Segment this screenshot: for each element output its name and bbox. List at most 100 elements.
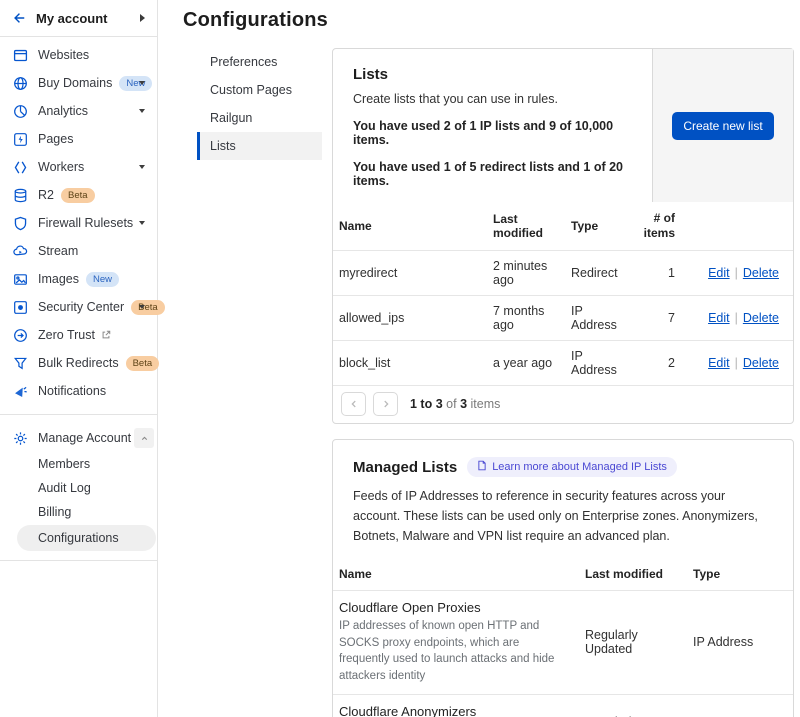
chevron-down-icon[interactable]: [139, 109, 145, 113]
list-name: myredirect: [333, 251, 487, 296]
database-icon: [12, 187, 28, 203]
lists-card: Lists Create lists that you can use in r…: [332, 48, 794, 424]
sidebar-item-label: Billing: [38, 505, 71, 519]
page-title: Configurations: [183, 9, 794, 32]
collapse-section-button[interactable]: [134, 428, 154, 448]
managed-list-description: IP addresses of known open HTTP and SOCK…: [339, 618, 571, 685]
sidebar-item-label: R2: [38, 188, 54, 202]
tab-preferences[interactable]: Preferences: [197, 48, 322, 76]
megaphone-icon: [12, 383, 28, 399]
list-last-modified: a year ago: [487, 341, 565, 386]
managed-lists-description: Feeds of IP Addresses to reference in se…: [353, 486, 773, 546]
configurations-subnav: Preferences Custom Pages Railgun Lists: [197, 48, 322, 717]
col-header-items: # of items: [637, 202, 689, 251]
sidebar-item-stream[interactable]: Stream: [0, 237, 157, 265]
delete-link[interactable]: Delete: [743, 311, 779, 325]
create-list-panel: Create new list: [652, 49, 793, 202]
managed-list-type: IP Address: [687, 694, 793, 717]
pagination-info: 1 to 3 of 3 items: [410, 397, 500, 411]
managed-list-last-modified: Regularly Updated: [579, 694, 687, 717]
managed-lists-title: Managed Lists: [353, 459, 457, 476]
sidebar-item-label: Images: [38, 272, 79, 286]
chevron-down-icon[interactable]: [139, 81, 145, 85]
sidebar-item-workers[interactable]: Workers: [0, 153, 157, 181]
main-content: Configurations Preferences Custom Pages …: [159, 0, 800, 717]
ip-lists-usage: You have used 2 of 1 IP lists and 9 of 1…: [353, 119, 636, 147]
delete-link[interactable]: Delete: [743, 266, 779, 280]
edit-link[interactable]: Edit: [708, 266, 730, 280]
sidebar-item-pages[interactable]: Pages: [0, 125, 157, 153]
shield-icon: [12, 215, 28, 231]
table-row: Cloudflare Open ProxiesIP addresses of k…: [333, 591, 793, 695]
gear-icon: [12, 430, 28, 446]
list-type: IP Address: [565, 296, 637, 341]
back-arrow-icon[interactable]: [12, 11, 26, 25]
delete-link[interactable]: Delete: [743, 356, 779, 370]
sidebar-item-billing[interactable]: Billing: [0, 500, 157, 524]
table-row: block_list a year ago IP Address 2 Edit|…: [333, 341, 793, 386]
stream-cloud-icon: [12, 243, 28, 259]
tab-railgun[interactable]: Railgun: [197, 104, 322, 132]
list-item-count: 2: [637, 341, 689, 386]
sidebar-item-zero-trust[interactable]: Zero Trust: [0, 321, 157, 349]
lists-card-title: Lists: [353, 66, 636, 83]
table-row: Cloudflare AnonymizersIP addresses of kn…: [333, 694, 793, 717]
chevron-up-icon: [140, 431, 149, 446]
col-header-type: Type: [565, 202, 637, 251]
chevron-down-icon[interactable]: [139, 165, 145, 169]
sidebar-item-websites[interactable]: Websites: [0, 41, 157, 69]
redirect-lists-usage: You have used 1 of 5 redirect lists and …: [353, 160, 636, 188]
sidebar-item-label: Workers: [38, 160, 84, 174]
sidebar-item-images[interactable]: Images New: [0, 265, 157, 293]
sidebar-item-buy-domains[interactable]: Buy Domains New: [0, 69, 157, 97]
funnel-icon: [12, 355, 28, 371]
account-header: My account: [0, 0, 157, 37]
sidebar-item-r2[interactable]: R2 Beta: [0, 181, 157, 209]
sidebar-divider: [0, 414, 157, 415]
pagination: 1 to 3 of 3 items: [333, 385, 793, 423]
sidebar-item-label: Bulk Redirects: [38, 356, 119, 370]
workers-icon: [12, 159, 28, 175]
col-header-type: Type: [687, 558, 793, 591]
sidebar-item-bulk-redirects[interactable]: Bulk Redirects Beta: [0, 349, 157, 377]
sidebar-item-label: Members: [38, 457, 90, 471]
learn-more-link[interactable]: Learn more about Managed IP Lists: [467, 457, 677, 477]
chevron-down-icon[interactable]: [139, 221, 145, 225]
edit-link[interactable]: Edit: [708, 311, 730, 325]
sidebar-item-label: Firewall Rulesets: [38, 216, 133, 230]
managed-list-last-modified: Regularly Updated: [579, 591, 687, 695]
sidebar-item-analytics[interactable]: Analytics: [0, 97, 157, 125]
sidebar-item-label: Audit Log: [38, 481, 91, 495]
list-type: IP Address: [565, 341, 637, 386]
beta-badge: Beta: [131, 300, 165, 315]
window-icon: [12, 47, 28, 63]
sidebar-item-manage-account[interactable]: Manage Account: [0, 424, 157, 452]
sidebar-item-firewall-rulesets[interactable]: Firewall Rulesets: [0, 209, 157, 237]
action-separator: |: [735, 311, 738, 325]
chevron-down-icon[interactable]: [139, 305, 145, 309]
chevron-right-icon[interactable]: [140, 14, 145, 22]
create-new-list-button[interactable]: Create new list: [672, 112, 773, 140]
sidebar-item-audit-log[interactable]: Audit Log: [0, 476, 157, 500]
account-title: My account: [36, 11, 130, 26]
next-page-button[interactable]: [373, 392, 398, 416]
new-badge: New: [86, 272, 119, 287]
sidebar-item-notifications[interactable]: Notifications: [0, 377, 157, 405]
tab-lists[interactable]: Lists: [197, 132, 322, 160]
sidebar-item-label: Stream: [38, 244, 78, 258]
col-header-last-modified: Last modified: [487, 202, 565, 251]
table-row: allowed_ips 7 months ago IP Address 7 Ed…: [333, 296, 793, 341]
sidebar-item-label: Pages: [38, 132, 73, 146]
sidebar-item-members[interactable]: Members: [0, 452, 157, 476]
sidebar-item-label: Websites: [38, 48, 89, 62]
sidebar-item-configurations[interactable]: Configurations: [17, 525, 156, 551]
list-name: allowed_ips: [333, 296, 487, 341]
tab-custom-pages[interactable]: Custom Pages: [197, 76, 322, 104]
managed-lists-table: Name Last modified Type Cloudflare Open …: [333, 558, 793, 717]
managed-list-name: Cloudflare Anonymizers: [339, 704, 571, 717]
sidebar-item-security-center[interactable]: Security Center Beta: [0, 293, 157, 321]
sidebar-item-label: Security Center: [38, 300, 124, 314]
previous-page-button[interactable]: [341, 392, 366, 416]
edit-link[interactable]: Edit: [708, 356, 730, 370]
analytics-pie-icon: [12, 103, 28, 119]
